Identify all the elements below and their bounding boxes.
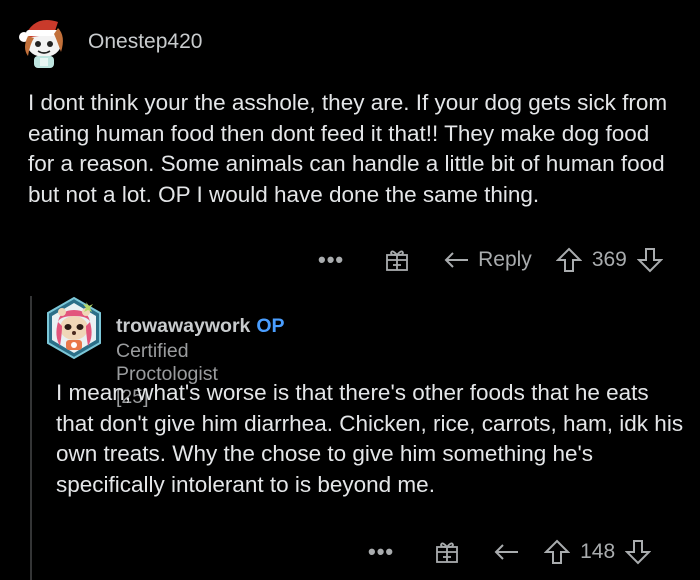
upvote-arrow-icon[interactable] bbox=[544, 539, 571, 565]
downvote-arrow-icon[interactable] bbox=[636, 247, 663, 273]
reply-arrow-icon bbox=[494, 544, 519, 560]
reply-username-line: trowawaywork OP bbox=[116, 315, 285, 338]
reply-body: I mean, what's worse is that there's oth… bbox=[56, 380, 684, 497]
reply-username[interactable]: trowawaywork bbox=[116, 315, 250, 337]
reply-button[interactable] bbox=[494, 542, 520, 562]
comment-username[interactable]: Onestep420 bbox=[88, 30, 202, 54]
gift-icon bbox=[436, 542, 459, 563]
thread-line[interactable] bbox=[30, 296, 32, 580]
reply-arrow-icon bbox=[444, 252, 469, 268]
op-badge: OP bbox=[256, 315, 285, 337]
award-button[interactable] bbox=[384, 247, 410, 273]
vote-controls: 148 bbox=[544, 539, 652, 565]
award-button[interactable] bbox=[434, 539, 460, 565]
vote-controls: 369 bbox=[555, 247, 663, 273]
more-options-button[interactable]: ••• bbox=[368, 539, 394, 565]
user-avatar[interactable] bbox=[14, 8, 78, 72]
gift-icon bbox=[386, 250, 409, 271]
downvote-arrow-icon[interactable] bbox=[625, 539, 652, 565]
vote-score: 148 bbox=[580, 540, 616, 563]
reply-actions: ••• 148 bbox=[368, 534, 652, 570]
vote-score: 369 bbox=[591, 248, 627, 271]
comment-body: I dont think your the asshole, they are.… bbox=[28, 90, 668, 207]
reply-button[interactable]: Reply bbox=[444, 248, 532, 272]
reply-label: Reply bbox=[478, 248, 532, 271]
comment-actions: ••• Reply 369 bbox=[318, 242, 663, 278]
more-options-button[interactable]: ••• bbox=[318, 247, 344, 273]
reply-user-avatar[interactable] bbox=[42, 296, 106, 360]
upvote-arrow-icon[interactable] bbox=[555, 247, 582, 273]
